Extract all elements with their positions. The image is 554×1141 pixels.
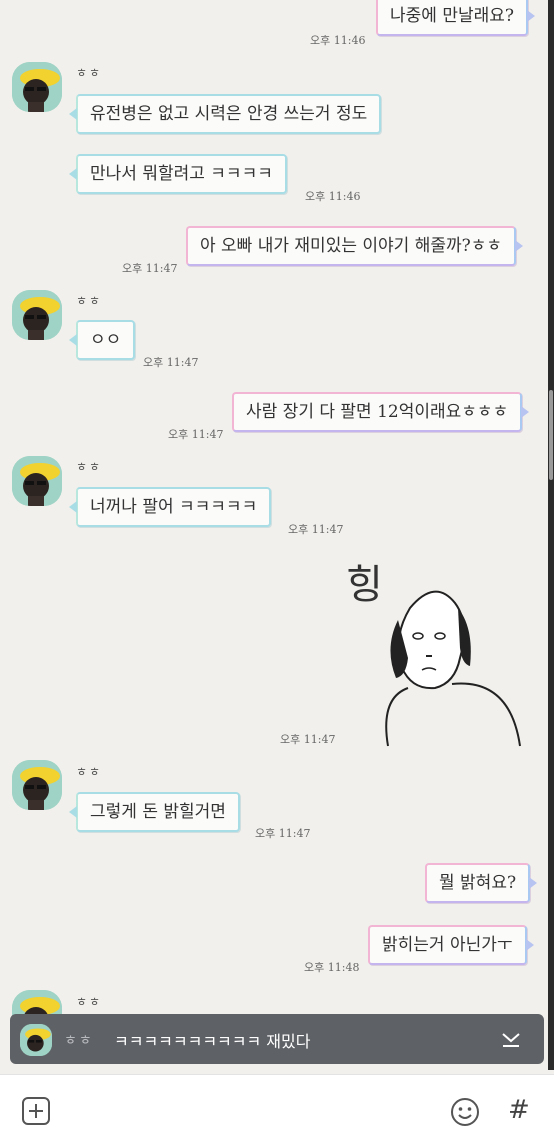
message-time: 오후 11:47: [280, 733, 336, 746]
outgoing-message[interactable]: 뭘 밝혀요?: [425, 863, 538, 903]
avatar[interactable]: [12, 290, 62, 340]
sticker[interactable]: 힝: [340, 548, 530, 748]
sender-name: ㅎㅎ: [76, 765, 103, 779]
avatar[interactable]: [12, 456, 62, 506]
avatar-image: [20, 1024, 52, 1056]
avatar[interactable]: [12, 62, 62, 112]
outgoing-message[interactable]: 아 오빠 내가 재미있는 이야기 해줄까?ㅎㅎ: [186, 226, 524, 266]
scrollbar-track: [548, 0, 554, 1070]
notification-sender: ㅎㅎ: [64, 1033, 94, 1049]
sender-name: ㅎㅎ: [76, 294, 103, 308]
message-time: 오후 11:47: [143, 356, 199, 369]
incoming-message[interactable]: 그렇게 돈 밝힐거면: [69, 792, 240, 832]
message-time: 오후 11:47: [288, 523, 344, 536]
emoji-icon[interactable]: [450, 1097, 480, 1127]
incoming-message[interactable]: ㅇㅇ: [68, 320, 136, 360]
message-time: 오후 11:46: [305, 190, 361, 203]
avatar[interactable]: [12, 760, 62, 810]
notification-preview: ㅋㅋㅋㅋㅋㅋㅋㅋㅋㅋ 재밌다: [114, 1032, 311, 1051]
notification-avatar: [20, 1024, 52, 1056]
avatar-image: [12, 290, 62, 340]
sender-name: ㅎㅎ: [76, 995, 103, 1009]
hash-icon[interactable]: #: [508, 1095, 530, 1125]
outgoing-message[interactable]: 밝히는거 아닌가ㅜ: [368, 925, 534, 965]
chevron-down-icon[interactable]: [500, 1028, 522, 1050]
scrollbar-thumb[interactable]: [549, 390, 553, 480]
avatar-image: [12, 456, 62, 506]
sticker-caption: 힝: [346, 562, 383, 608]
outgoing-message[interactable]: 나중에 만날래요?: [376, 0, 535, 36]
sender-name: ㅎㅎ: [76, 460, 103, 474]
sender-name: ㅎㅎ: [76, 66, 103, 80]
avatar-image: [12, 62, 62, 112]
incoming-message[interactable]: 유전병은 없고 시력은 안경 쓰는거 정도: [68, 94, 382, 134]
dog-sticker-image: 힝: [346, 562, 521, 747]
incoming-message[interactable]: 만나서 뭐할려고 ㅋㅋㅋㅋ: [69, 154, 287, 194]
outgoing-message[interactable]: 사람 장기 다 팔면 12억이래요ㅎㅎㅎ: [232, 392, 530, 432]
message-time: 오후 11:48: [304, 961, 360, 974]
input-bar: #: [0, 1074, 554, 1141]
chat-area[interactable]: 나중에 만날래요? 오후 11:46 ㅎㅎ 유전병은 없고 시력은 안경 쓰는거…: [0, 0, 554, 1070]
message-time: 오후 11:46: [310, 34, 366, 47]
plus-icon[interactable]: [22, 1097, 50, 1125]
message-time: 오후 11:47: [168, 428, 224, 441]
avatar-image: [12, 760, 62, 810]
incoming-message[interactable]: 너꺼나 팔어 ㅋㅋㅋㅋㅋ: [68, 487, 272, 527]
message-time: 오후 11:47: [255, 827, 311, 840]
new-message-notification[interactable]: ㅎㅎ ㅋㅋㅋㅋㅋㅋㅋㅋㅋㅋ 재밌다: [10, 1014, 544, 1064]
message-time: 오후 11:47: [122, 262, 178, 275]
